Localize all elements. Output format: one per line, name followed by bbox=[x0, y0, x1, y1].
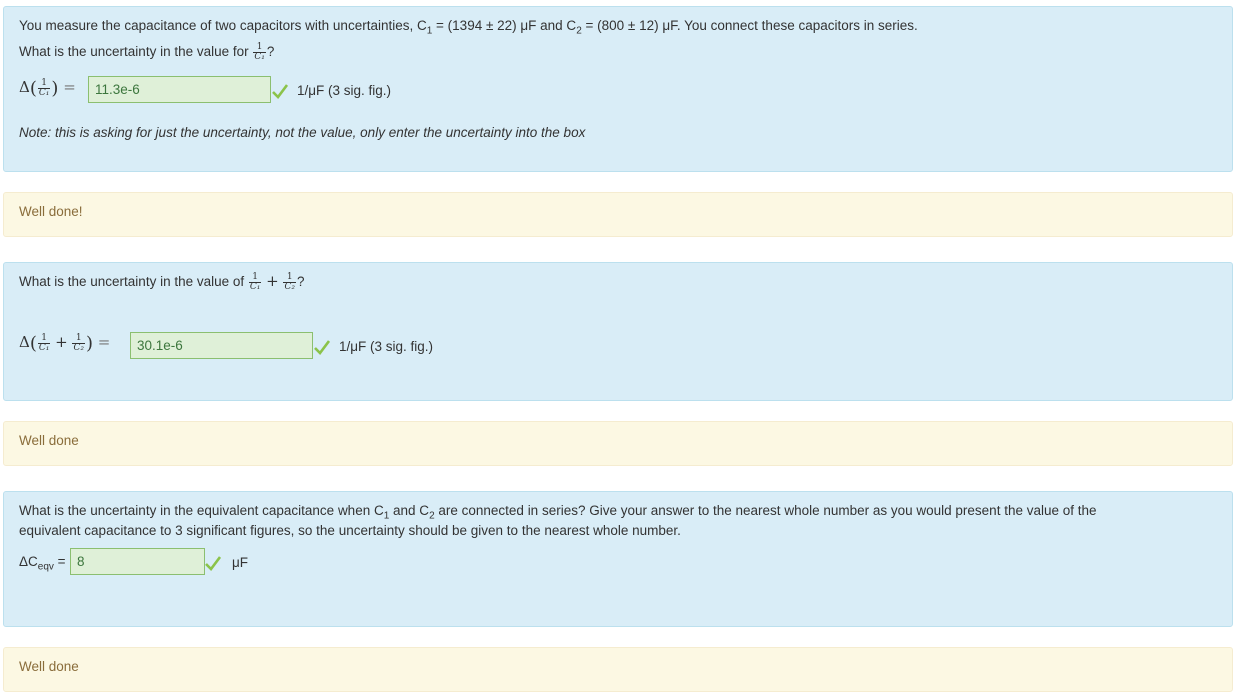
question-3-text: What is the uncertainty in the equivalen… bbox=[19, 503, 1097, 522]
question-3-text-line2: equivalent capacitance to 3 significant … bbox=[19, 523, 681, 538]
answer-2-unit: 1/μF (3 sig. fig.) bbox=[339, 339, 434, 354]
answer-1-label: Δ(1 C₁) = bbox=[19, 78, 76, 99]
question-1-text: You measure the capacitance of two capac… bbox=[19, 18, 918, 37]
question-3-panel: What is the uncertainty in the equivalen… bbox=[3, 491, 1233, 627]
answer-2-label: Δ(1 C₁ + 1 C₂) = bbox=[19, 333, 111, 354]
question-1-note: Note: this is asking for just the uncert… bbox=[19, 125, 586, 140]
answer-2-input[interactable]: 30.1e-6 bbox=[130, 332, 313, 359]
check-icon bbox=[314, 340, 330, 355]
check-icon bbox=[272, 84, 288, 99]
answer-3-unit: μF bbox=[232, 555, 249, 570]
question-1-prompt: What is the uncertainty in the value for… bbox=[19, 42, 275, 62]
feedback-3-text: Well done bbox=[19, 659, 79, 674]
feedback-1-text: Well done! bbox=[19, 204, 83, 219]
answer-1-input[interactable]: 11.3e-6 bbox=[88, 76, 271, 103]
feedback-1-panel: Well done! bbox=[3, 192, 1233, 237]
feedback-2-text: Well done bbox=[19, 433, 79, 448]
question-1-panel: You measure the capacitance of two capac… bbox=[3, 6, 1233, 172]
feedback-2-panel: Well done bbox=[3, 421, 1233, 466]
answer-1-unit: 1/μF (3 sig. fig.) bbox=[297, 83, 392, 98]
question-2-panel: What is the uncertainty in the value of … bbox=[3, 262, 1233, 401]
answer-3-label: ΔCeqv = bbox=[19, 554, 66, 573]
question-2-prompt: What is the uncertainty in the value of … bbox=[19, 271, 305, 292]
fraction-1-over-c1: 1 C₁ bbox=[253, 42, 266, 62]
answer-3-input[interactable]: 8 bbox=[70, 548, 205, 575]
feedback-3-panel: Well done bbox=[3, 647, 1233, 692]
check-icon bbox=[205, 556, 221, 571]
